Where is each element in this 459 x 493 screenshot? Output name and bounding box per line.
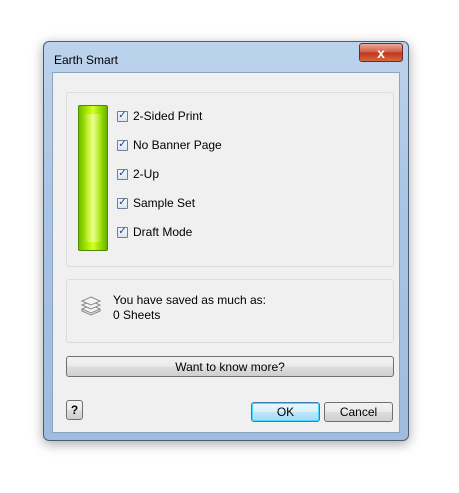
want-to-know-more-button[interactable]: Want to know more? (66, 356, 394, 377)
option-label: Draft Mode (133, 225, 193, 239)
window-title: Earth Smart (54, 53, 119, 67)
option-2-up[interactable]: ✓ 2-Up (117, 167, 159, 181)
earth-smart-dialog: Earth Smart x ✓ 2-Sided Print ✓ No Banne… (43, 41, 409, 441)
dialog-client-area: ✓ 2-Sided Print ✓ No Banner Page ✓ 2-Up … (52, 72, 400, 433)
sheets-saved-count: 0 Sheets (113, 308, 161, 322)
close-icon: x (377, 44, 385, 61)
option-label: 2-Sided Print (133, 109, 203, 123)
option-draft-mode[interactable]: ✓ Draft Mode (117, 225, 192, 239)
paper-stack-icon (80, 296, 102, 316)
option-sample-set[interactable]: ✓ Sample Set (117, 196, 195, 210)
help-button[interactable]: ? (66, 400, 83, 420)
gauge-highlight (84, 114, 102, 242)
savings-message: You have saved as much as: (113, 293, 266, 307)
checkbox-sample-set[interactable]: ✓ (117, 197, 128, 209)
checkbox-no-banner-page[interactable]: ✓ (117, 139, 128, 151)
savings-group: You have saved as much as: 0 Sheets (66, 279, 394, 343)
cancel-button[interactable]: Cancel (324, 402, 393, 422)
checkbox-draft-mode[interactable]: ✓ (117, 226, 128, 238)
checkbox-2-up[interactable]: ✓ (117, 168, 128, 180)
options-group: ✓ 2-Sided Print ✓ No Banner Page ✓ 2-Up … (66, 92, 394, 267)
ok-button[interactable]: OK (251, 402, 320, 422)
checkbox-2-sided-print[interactable]: ✓ (117, 110, 128, 122)
eco-level-gauge (78, 105, 108, 251)
option-label: Sample Set (133, 196, 196, 210)
close-button[interactable]: x (359, 43, 403, 62)
option-2-sided-print[interactable]: ✓ 2-Sided Print (117, 109, 202, 123)
option-label: 2-Up (133, 167, 160, 181)
option-no-banner-page[interactable]: ✓ No Banner Page (117, 138, 222, 152)
option-label: No Banner Page (133, 138, 222, 152)
